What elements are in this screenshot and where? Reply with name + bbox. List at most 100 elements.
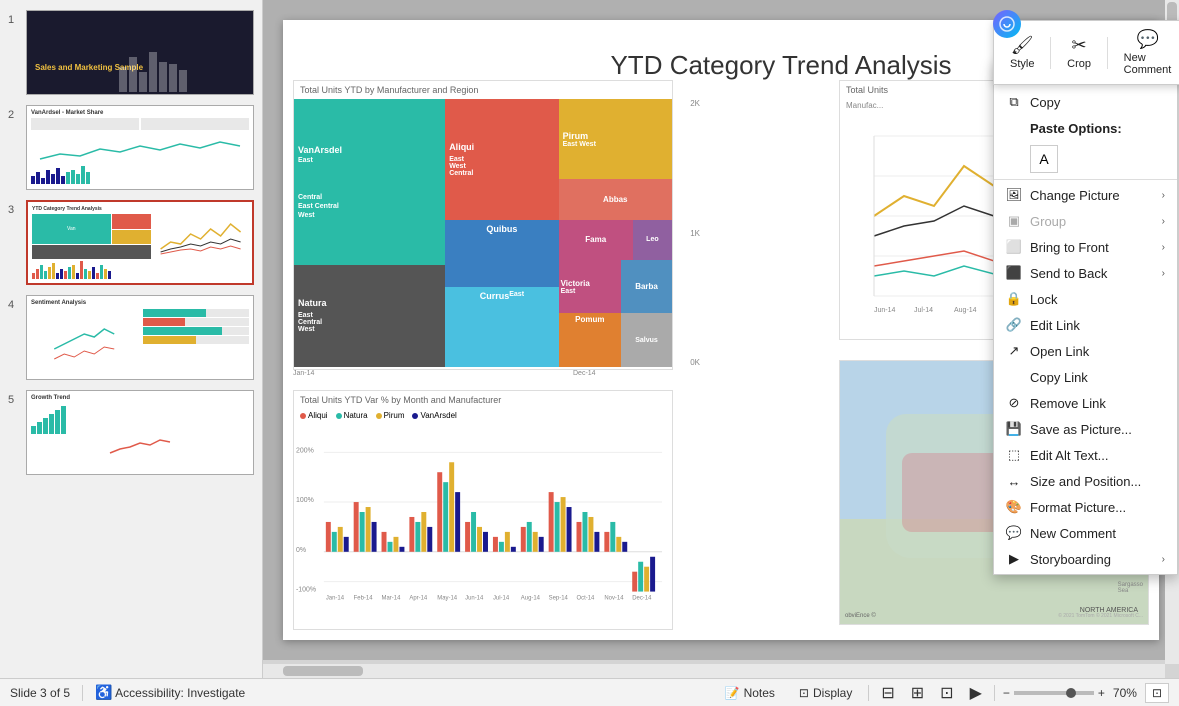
menu-item-change-picture[interactable]: 🖼 Change Picture › — [994, 182, 1177, 208]
new-comment-icon: 💬 — [1006, 525, 1022, 541]
accessibility-info: ♿ Accessibility: Investigate — [95, 684, 245, 701]
slide-thumb-2[interactable]: 2 VanArdsel - Market Share — [6, 103, 256, 192]
slide-show-button[interactable]: ▶ — [966, 681, 986, 705]
slide-num-1: 1 — [8, 14, 22, 26]
slide-num-4: 4 — [8, 299, 22, 311]
menu-item-format-picture[interactable]: 🎨 Format Picture... — [994, 494, 1177, 520]
svg-text:Feb-14: Feb-14 — [354, 596, 374, 602]
slide-num-3: 3 — [8, 204, 22, 216]
svg-text:0%: 0% — [296, 547, 306, 554]
menu-item-lock[interactable]: 🔒 Lock — [994, 286, 1177, 312]
remove-link-label: Remove Link — [1030, 396, 1106, 411]
alt-text-icon: ⬚ — [1006, 447, 1022, 463]
change-picture-arrow: › — [1162, 190, 1165, 201]
status-divider-1 — [82, 685, 83, 701]
scroll-thumb-h[interactable] — [283, 666, 363, 676]
svg-text:Jan-14: Jan-14 — [326, 596, 345, 602]
slide-img-3[interactable]: YTD Category Trend Analysis Van — [26, 200, 254, 285]
zoom-thumb[interactable] — [1066, 688, 1076, 698]
menu-item-size-position[interactable]: ↔ Size and Position... — [994, 468, 1177, 494]
slide-info: Slide 3 of 5 — [10, 686, 70, 700]
reading-view-button[interactable]: ⊡ — [936, 681, 957, 705]
slide-sorter-button[interactable]: ⊞ — [907, 681, 928, 705]
treemap-cell-vanardsel: VanArsdel East Central East Central West — [294, 99, 445, 265]
svg-text:Nov-14: Nov-14 — [604, 596, 624, 602]
slide-img-4[interactable]: Sentiment Analysis — [26, 295, 254, 380]
group-icon: ▣ — [1006, 213, 1022, 229]
lock-icon: 🔒 — [1006, 291, 1022, 307]
storyboarding-icon: ▶ — [1006, 551, 1022, 567]
treemap-cell-aliqui: Aliqui East West Central — [445, 99, 558, 220]
new-comment-toolbar-button[interactable]: 💬 New Comment — [1116, 25, 1179, 80]
svg-text:Jun-14: Jun-14 — [465, 596, 484, 602]
slide-img-2[interactable]: VanArdsel - Market Share — [26, 105, 254, 190]
crop-button[interactable]: ✂ Crop — [1059, 31, 1099, 74]
mini-toolbar: 🖌 Style ✂ Crop 💬 New Comment — [993, 20, 1179, 85]
zoom-in-icon[interactable]: + — [1098, 686, 1105, 700]
menu-item-group[interactable]: ▣ Group › — [994, 208, 1177, 234]
notes-button[interactable]: 📝 Notes — [717, 684, 783, 702]
paste-icon-a: A — [1039, 151, 1048, 167]
slide-area-wrapper: YTD Category Trend Analysis Total Units … — [263, 0, 1179, 678]
normal-view-button[interactable]: ⊟ — [877, 681, 898, 705]
open-link-label: Open Link — [1030, 344, 1089, 359]
menu-item-remove-link[interactable]: ⊘ Remove Link — [994, 390, 1177, 416]
paste-button-a[interactable]: A — [1030, 145, 1058, 173]
menu-item-bring-to-front[interactable]: ⬜ Bring to Front › — [994, 234, 1177, 260]
display-button[interactable]: ⊡ Display — [791, 684, 860, 702]
zoom-control[interactable]: − + 70% — [1003, 686, 1137, 700]
slide-panel: 1 Sales and Marketing Sample — [0, 0, 263, 678]
menu-item-new-comment[interactable]: 💬 New Comment — [994, 520, 1177, 546]
paste-options-label: Paste Options: — [1030, 121, 1122, 136]
toolbar-divider-1 — [1050, 37, 1051, 69]
svg-text:Jul-14: Jul-14 — [493, 596, 510, 602]
slide-thumb-1[interactable]: 1 Sales and Marketing Sample — [6, 8, 256, 97]
new-comment-toolbar-label: New Comment — [1124, 52, 1172, 76]
menu-item-save-as-picture[interactable]: 💾 Save as Picture... — [994, 416, 1177, 442]
display-icon: ⊡ — [799, 686, 809, 700]
slide-img-1[interactable]: Sales and Marketing Sample — [26, 10, 254, 95]
menu-item-edit-link[interactable]: 🔗 Edit Link — [994, 312, 1177, 338]
accessibility-label: Accessibility: Investigate — [115, 686, 245, 700]
zoom-out-icon[interactable]: − — [1003, 686, 1010, 700]
treemap-chart[interactable]: Total Units YTD by Manufacturer and Regi… — [293, 80, 673, 370]
treemap-cell-pomum: Pomum — [559, 313, 622, 367]
edit-link-label: Edit Link — [1030, 318, 1080, 333]
copy-link-icon — [1006, 369, 1022, 385]
open-link-icon: ↗ — [1006, 343, 1022, 359]
svg-text:Jul-14: Jul-14 — [914, 307, 933, 314]
change-picture-label: Change Picture — [1030, 188, 1120, 203]
fit-button[interactable]: ⊡ — [1145, 683, 1169, 703]
save-picture-icon: 💾 — [1006, 421, 1022, 437]
display-label: Display — [813, 686, 852, 700]
menu-item-copy[interactable]: ⧉ Copy — [994, 89, 1177, 115]
menu-item-copy-link[interactable]: Copy Link — [994, 364, 1177, 390]
toolbar-divider-2 — [1107, 37, 1108, 69]
zoom-slider[interactable] — [1014, 691, 1094, 695]
copilot-icon[interactable] — [993, 10, 1021, 38]
slide-num-5: 5 — [8, 394, 22, 406]
slide-thumb-3[interactable]: 3 YTD Category Trend Analysis Van — [6, 198, 256, 287]
slide-thumb-5[interactable]: 5 Growth Trend — [6, 388, 256, 477]
slide1-bars — [117, 61, 253, 94]
slide-thumb-4[interactable]: 4 Sentiment Analysis — [6, 293, 256, 382]
svg-text:Oct-14: Oct-14 — [577, 596, 596, 602]
slide-scroll-h[interactable] — [263, 664, 1165, 678]
group-arrow: › — [1162, 216, 1165, 227]
svg-text:200%: 200% — [296, 447, 314, 454]
menu-item-storyboarding[interactable]: ▶ Storyboarding › — [994, 546, 1177, 572]
slide-img-5[interactable]: Growth Trend — [26, 390, 254, 475]
menu-item-edit-alt-text[interactable]: ⬚ Edit Alt Text... — [994, 442, 1177, 468]
menu-item-open-link[interactable]: ↗ Open Link — [994, 338, 1177, 364]
zoom-percent: 70% — [1113, 686, 1137, 700]
status-bar: Slide 3 of 5 ♿ Accessibility: Investigat… — [0, 678, 1179, 706]
menu-item-send-to-back[interactable]: ⬛ Send to Back › — [994, 260, 1177, 286]
size-position-label: Size and Position... — [1030, 474, 1141, 489]
new-comment-label: New Comment — [1030, 526, 1116, 541]
main-area: 1 Sales and Marketing Sample — [0, 0, 1179, 678]
copy-icon: ⧉ — [1006, 94, 1022, 110]
bar-chart[interactable]: Total Units YTD Var % by Month and Manuf… — [293, 390, 673, 630]
bar-chart-title: Total Units YTD Var % by Month and Manuf… — [294, 391, 672, 409]
storyboarding-label: Storyboarding — [1030, 552, 1111, 567]
alt-text-label: Edit Alt Text... — [1030, 448, 1109, 463]
